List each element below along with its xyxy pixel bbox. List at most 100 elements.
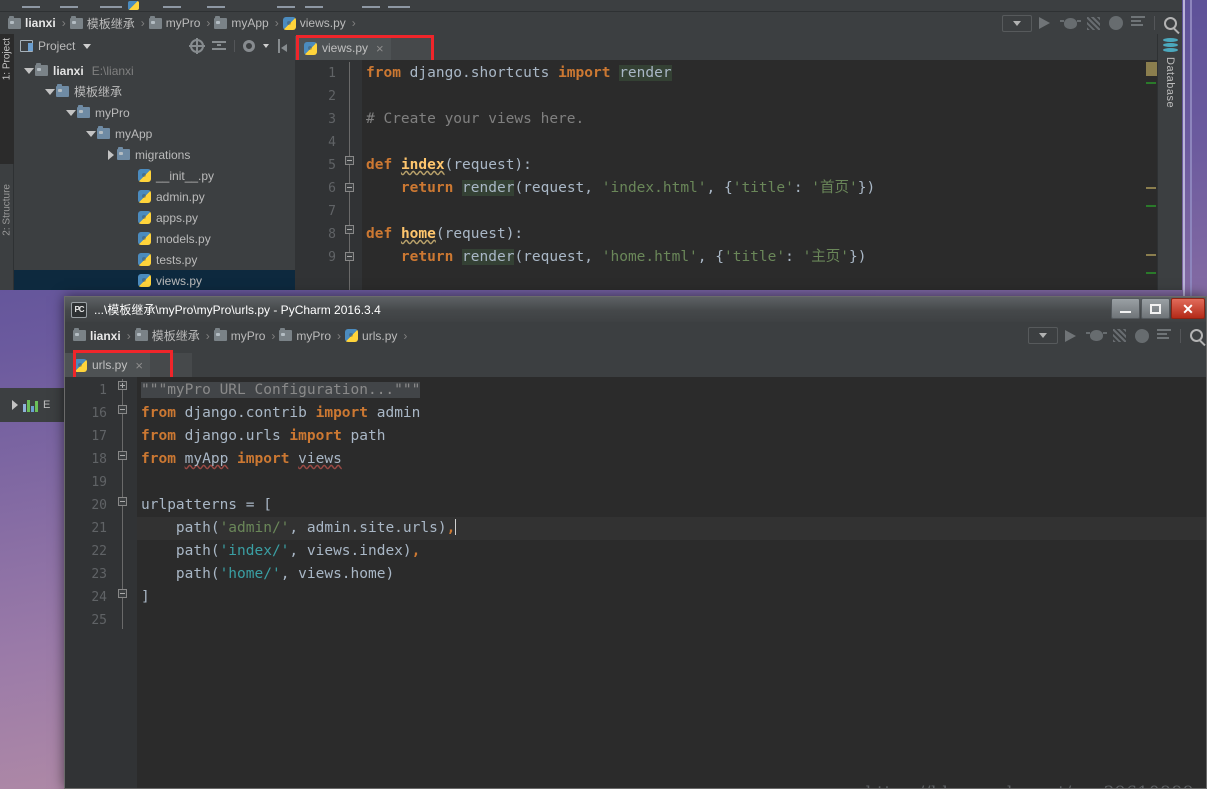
python-file-icon <box>345 329 359 342</box>
chevron-down-icon[interactable] <box>85 130 96 137</box>
window-title-bar[interactable]: PC ...\模板继承\myPro\myPro\urls.py - PyChar… <box>65 297 1206 322</box>
tab-views-py[interactable]: views.py × <box>295 36 391 60</box>
project-tree[interactable]: lianxi E:\lianxi 模板继承 myPro myApp migrat… <box>14 58 295 290</box>
debug-icon[interactable] <box>1085 328 1107 344</box>
chevron-right-icon[interactable] <box>107 149 114 160</box>
tree-node-views-py[interactable]: views.py <box>14 270 295 290</box>
breadcrumb-item-mypro[interactable]: myPro <box>147 12 205 34</box>
run-icon[interactable] <box>1065 328 1081 344</box>
breadcrumb-label: urls.py <box>362 328 398 343</box>
right-tool-strip[interactable]: Database <box>1157 34 1182 290</box>
breadcrumb-item-templates[interactable]: 模板继承 <box>68 12 139 34</box>
fold-icon[interactable] <box>345 252 354 261</box>
editor-gutter-window2[interactable]: 1 16 17 18 19 20 21 22 23 24 25 <box>65 377 149 788</box>
tree-node-init-py[interactable]: __init__.py <box>14 165 295 186</box>
tree-node-models-py[interactable]: models.py <box>14 228 295 249</box>
run-icon[interactable] <box>1039 15 1055 31</box>
breadcrumb[interactable]: lianxi › 模板继承 › myPro › myApp › views.py <box>0 12 1182 34</box>
profile-icon[interactable] <box>1108 15 1124 31</box>
tree-node-templates[interactable]: 模板继承 <box>14 81 295 102</box>
marker-vcs-added <box>1146 272 1156 274</box>
run-with-console-icon[interactable] <box>1131 15 1147 31</box>
chevron-down-icon[interactable] <box>65 109 76 116</box>
editor-marker-column[interactable] <box>1145 60 1157 290</box>
tree-node-mypro[interactable]: myPro <box>14 102 295 123</box>
tab-urls-py[interactable]: urls.py × <box>65 353 150 377</box>
breadcrumb-label: 模板继承 <box>151 329 200 343</box>
tree-node-migrations[interactable]: migrations <box>14 144 295 165</box>
chevron-down-icon[interactable] <box>44 88 55 95</box>
tree-node-label: myApp <box>115 126 153 141</box>
menu-bar[interactable] <box>0 0 1182 12</box>
maximize-button[interactable] <box>1141 298 1170 319</box>
window-title: ...\模板继承\myPro\myPro\urls.py - PyCharm 2… <box>94 303 381 317</box>
chevron-down-icon[interactable] <box>23 67 34 74</box>
hide-panel-icon[interactable] <box>277 39 291 53</box>
fold-icon[interactable] <box>345 156 354 165</box>
collapse-all-icon[interactable] <box>212 39 226 53</box>
folder-icon <box>97 126 110 139</box>
run-configuration-dropdown[interactable] <box>1028 327 1058 344</box>
close-icon[interactable]: × <box>376 41 384 56</box>
breadcrumb-separator: › <box>271 328 276 343</box>
breadcrumb-item-templates[interactable]: 模板继承 <box>133 325 204 347</box>
fold-icon[interactable] <box>118 497 127 506</box>
search-icon[interactable] <box>1162 15 1178 31</box>
fold-expand-icon[interactable] <box>118 381 127 390</box>
search-icon[interactable] <box>1188 328 1204 344</box>
fold-icon[interactable] <box>118 405 127 414</box>
structure-tool-button[interactable]: E <box>0 388 64 422</box>
code-line-1: from django.shortcuts import render <box>366 65 672 81</box>
tree-node-tests-py[interactable]: tests.py <box>14 249 295 270</box>
code-area-views[interactable]: 1 2 3 4 5 6 7 8 9 from django.shortcuts … <box>295 60 1157 290</box>
line-number: 1 <box>328 66 336 81</box>
line-number: 4 <box>328 135 336 150</box>
tree-node-myapp[interactable]: myApp <box>14 123 295 144</box>
coverage-icon[interactable] <box>1111 328 1127 344</box>
debug-icon[interactable] <box>1059 15 1081 31</box>
breadcrumb-item-mypro-outer[interactable]: myPro <box>212 325 270 347</box>
tree-node-admin-py[interactable]: admin.py <box>14 186 295 207</box>
code-content-views[interactable]: from django.shortcuts import render # Cr… <box>362 60 1145 290</box>
fold-icon[interactable] <box>118 589 127 598</box>
chevron-down-icon[interactable] <box>83 43 92 49</box>
database-tool-label[interactable]: Database <box>1164 57 1176 108</box>
minimize-button[interactable] <box>1111 298 1140 319</box>
marker-warning <box>1146 254 1156 256</box>
editor-gutter[interactable]: 1 2 3 4 5 6 7 8 9 <box>295 60 362 290</box>
breadcrumb-window2[interactable]: lianxi › 模板继承 › myPro › myPro › urls.py <box>65 322 1206 349</box>
project-panel-title: Project <box>38 39 76 53</box>
breadcrumb-item-lianxi[interactable]: lianxi <box>71 325 125 347</box>
breadcrumb-item-viewspy[interactable]: views.py <box>281 12 350 34</box>
run-configuration-dropdown[interactable] <box>1002 14 1032 32</box>
breadcrumb-item-myapp[interactable]: myApp <box>212 12 272 34</box>
fold-icon[interactable] <box>118 451 127 460</box>
close-button[interactable]: ✕ <box>1171 298 1205 319</box>
breadcrumb-item-mypro-inner[interactable]: myPro <box>277 325 335 347</box>
code-area-urls[interactable]: 1 16 17 18 19 20 21 22 23 24 25 """myPro… <box>65 377 1206 788</box>
breadcrumb-item-lianxi[interactable]: lianxi <box>6 12 60 34</box>
chart-bars-icon <box>23 399 38 412</box>
coverage-icon[interactable] <box>1085 15 1101 31</box>
close-icon[interactable]: × <box>135 358 143 373</box>
toolbar-divider <box>1154 16 1155 30</box>
window-controls: ✕ <box>1111 297 1206 322</box>
profile-icon[interactable] <box>1134 328 1150 344</box>
run-with-console-icon[interactable] <box>1157 328 1173 344</box>
locate-icon[interactable] <box>189 38 205 54</box>
tree-node-label: lianxi <box>53 63 84 78</box>
line-number: 2 <box>328 89 336 104</box>
fold-icon[interactable] <box>345 225 354 234</box>
tree-node-lianxi[interactable]: lianxi E:\lianxi <box>14 60 295 81</box>
python-file-icon <box>138 169 151 182</box>
settings-gear-icon[interactable] <box>243 40 255 52</box>
toolbar-divider <box>1180 328 1181 343</box>
breadcrumb-item-urlspy[interactable]: urls.py <box>343 325 401 347</box>
code-content-urls[interactable]: """myPro URL Configuration...""" from dj… <box>137 377 1206 788</box>
left-tool-strip[interactable]: 1: Project 2: Structure <box>0 34 14 290</box>
tree-node-apps-py[interactable]: apps.py <box>14 207 295 228</box>
fold-icon[interactable] <box>345 183 354 192</box>
code-line-18: from myApp import views <box>141 451 342 467</box>
marker-vcs-added <box>1146 82 1156 84</box>
chevron-down-icon[interactable] <box>263 44 269 48</box>
